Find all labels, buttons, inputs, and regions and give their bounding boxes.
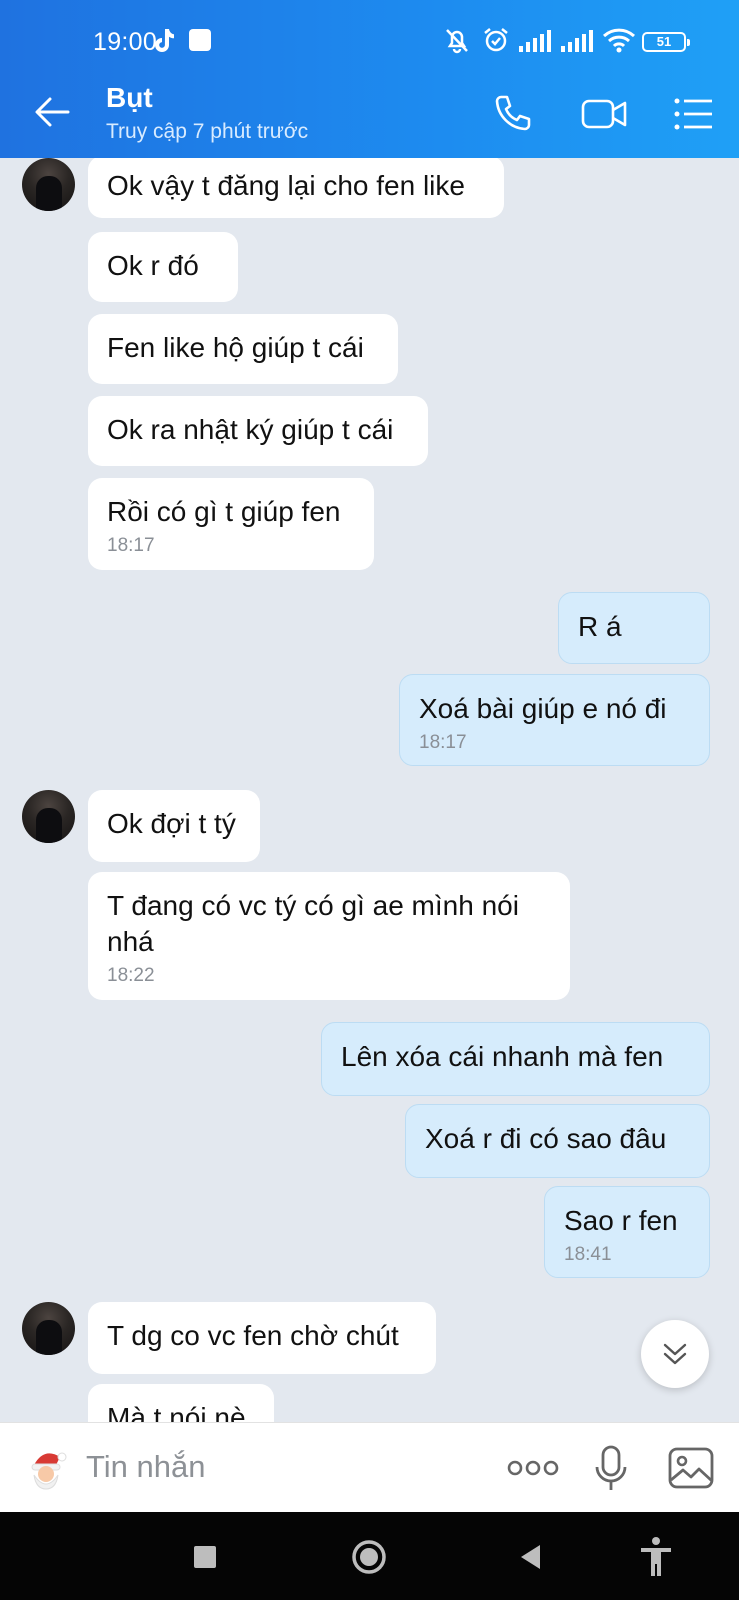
- contact-name[interactable]: Bụt: [106, 82, 153, 114]
- menu-list-icon[interactable]: [672, 92, 716, 136]
- last-seen-status: Truy cập 7 phút trước: [106, 120, 309, 143]
- scroll-to-bottom-button[interactable]: [641, 1320, 709, 1388]
- message-text: Ok đợi t tý: [107, 808, 236, 839]
- message-text: R á: [578, 611, 622, 642]
- home-circle-icon[interactable]: [351, 1539, 387, 1575]
- back-arrow-icon[interactable]: [32, 92, 72, 132]
- status-bar: 19:00 51: [0, 0, 739, 68]
- wifi-icon: [602, 28, 636, 53]
- message-text-continued: nhá: [107, 926, 154, 957]
- recents-square-icon[interactable]: [194, 1546, 216, 1568]
- microphone-icon[interactable]: [593, 1445, 629, 1493]
- message-input[interactable]: Tin nhắn: [86, 1449, 206, 1485]
- signal-icon: [519, 30, 551, 52]
- message-text: Ok vậy t đăng lại cho fen like: [107, 170, 465, 201]
- message-incoming[interactable]: Ok vậy t đăng lại cho fen like: [88, 158, 504, 218]
- mute-icon: [446, 29, 468, 54]
- message-time: 18:17: [419, 732, 467, 753]
- message-text: Rồi có gì t giúp fen: [107, 496, 341, 527]
- more-dots-icon[interactable]: [507, 1456, 559, 1480]
- message-outgoing[interactable]: Xoá bài giúp e nó đi 18:17: [399, 674, 710, 766]
- avatar[interactable]: [22, 158, 75, 211]
- message-text: T đang có vc tý có gì ae mình nói: [107, 890, 519, 921]
- message-outgoing[interactable]: Sao r fen 18:41: [544, 1186, 710, 1278]
- message-incoming[interactable]: Mà t nói nè: [88, 1384, 274, 1422]
- message-outgoing[interactable]: Lên xóa cái nhanh mà fen: [321, 1022, 710, 1096]
- message-text: Mà t nói nè: [107, 1402, 246, 1422]
- message-incoming[interactable]: T dg co vc fen chờ chút: [88, 1302, 436, 1374]
- top-bar: 19:00 51 Bụt Truy cập 7 phút trước: [0, 0, 739, 158]
- message-incoming[interactable]: Ok đợi t tý: [88, 790, 260, 862]
- message-incoming[interactable]: T đang có vc tý có gì ae mình nói nhá 18…: [88, 872, 570, 1000]
- message-incoming[interactable]: Ok r đó: [88, 232, 238, 302]
- signal-icon: [561, 30, 593, 52]
- santa-sticker-icon[interactable]: [24, 1445, 70, 1491]
- message-text: Lên xóa cái nhanh mà fen: [341, 1041, 664, 1072]
- message-text: T dg co vc fen chờ chút: [107, 1320, 399, 1351]
- message-outgoing[interactable]: Xoá r đi có sao đâu: [405, 1104, 710, 1178]
- message-incoming[interactable]: Ok ra nhật ký giúp t cái: [88, 396, 428, 466]
- alarm-icon: [484, 28, 508, 52]
- message-incoming[interactable]: Rồi có gì t giúp fen 18:17: [88, 478, 374, 570]
- chat-header: Bụt Truy cập 7 phút trước: [0, 68, 739, 158]
- avatar[interactable]: [22, 1302, 75, 1355]
- phone-icon[interactable]: [490, 92, 534, 136]
- accessibility-icon[interactable]: [638, 1536, 674, 1578]
- message-time: 18:22: [107, 965, 155, 986]
- system-nav-bar: [0, 1512, 739, 1600]
- message-text: Sao r fen: [564, 1205, 678, 1236]
- message-text: Xoá bài giúp e nó đi: [419, 693, 667, 724]
- message-text: Fen like hộ giúp t cái: [107, 332, 364, 363]
- message-text: Ok r đó: [107, 250, 199, 281]
- tiktok-icon: [155, 29, 174, 52]
- message-incoming[interactable]: Fen like hộ giúp t cái: [88, 314, 398, 384]
- message-list[interactable]: Ok vậy t đăng lại cho fen like Ok r đó F…: [0, 158, 739, 1422]
- app-square-icon: [189, 29, 211, 51]
- message-time: 18:17: [107, 535, 155, 556]
- battery-icon: 51: [642, 32, 690, 52]
- back-triangle-icon[interactable]: [518, 1543, 542, 1571]
- message-text: Xoá r đi có sao đâu: [425, 1123, 667, 1154]
- chevron-double-down-icon: [663, 1343, 687, 1365]
- message-outgoing[interactable]: R á: [558, 592, 710, 664]
- message-time: 18:41: [564, 1244, 612, 1265]
- message-input-bar: Tin nhắn: [0, 1422, 739, 1512]
- status-time: 19:00: [93, 28, 158, 56]
- message-text: Ok ra nhật ký giúp t cái: [107, 414, 394, 445]
- avatar[interactable]: [22, 790, 75, 843]
- video-call-icon[interactable]: [580, 92, 630, 136]
- image-icon[interactable]: [667, 1446, 715, 1490]
